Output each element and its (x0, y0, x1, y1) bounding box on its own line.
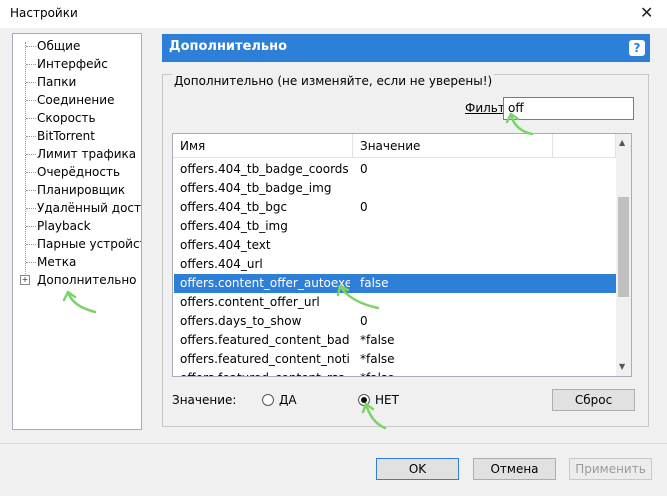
annotation-arrow-radio (364, 402, 387, 430)
annotation-arrows (62, 112, 534, 430)
